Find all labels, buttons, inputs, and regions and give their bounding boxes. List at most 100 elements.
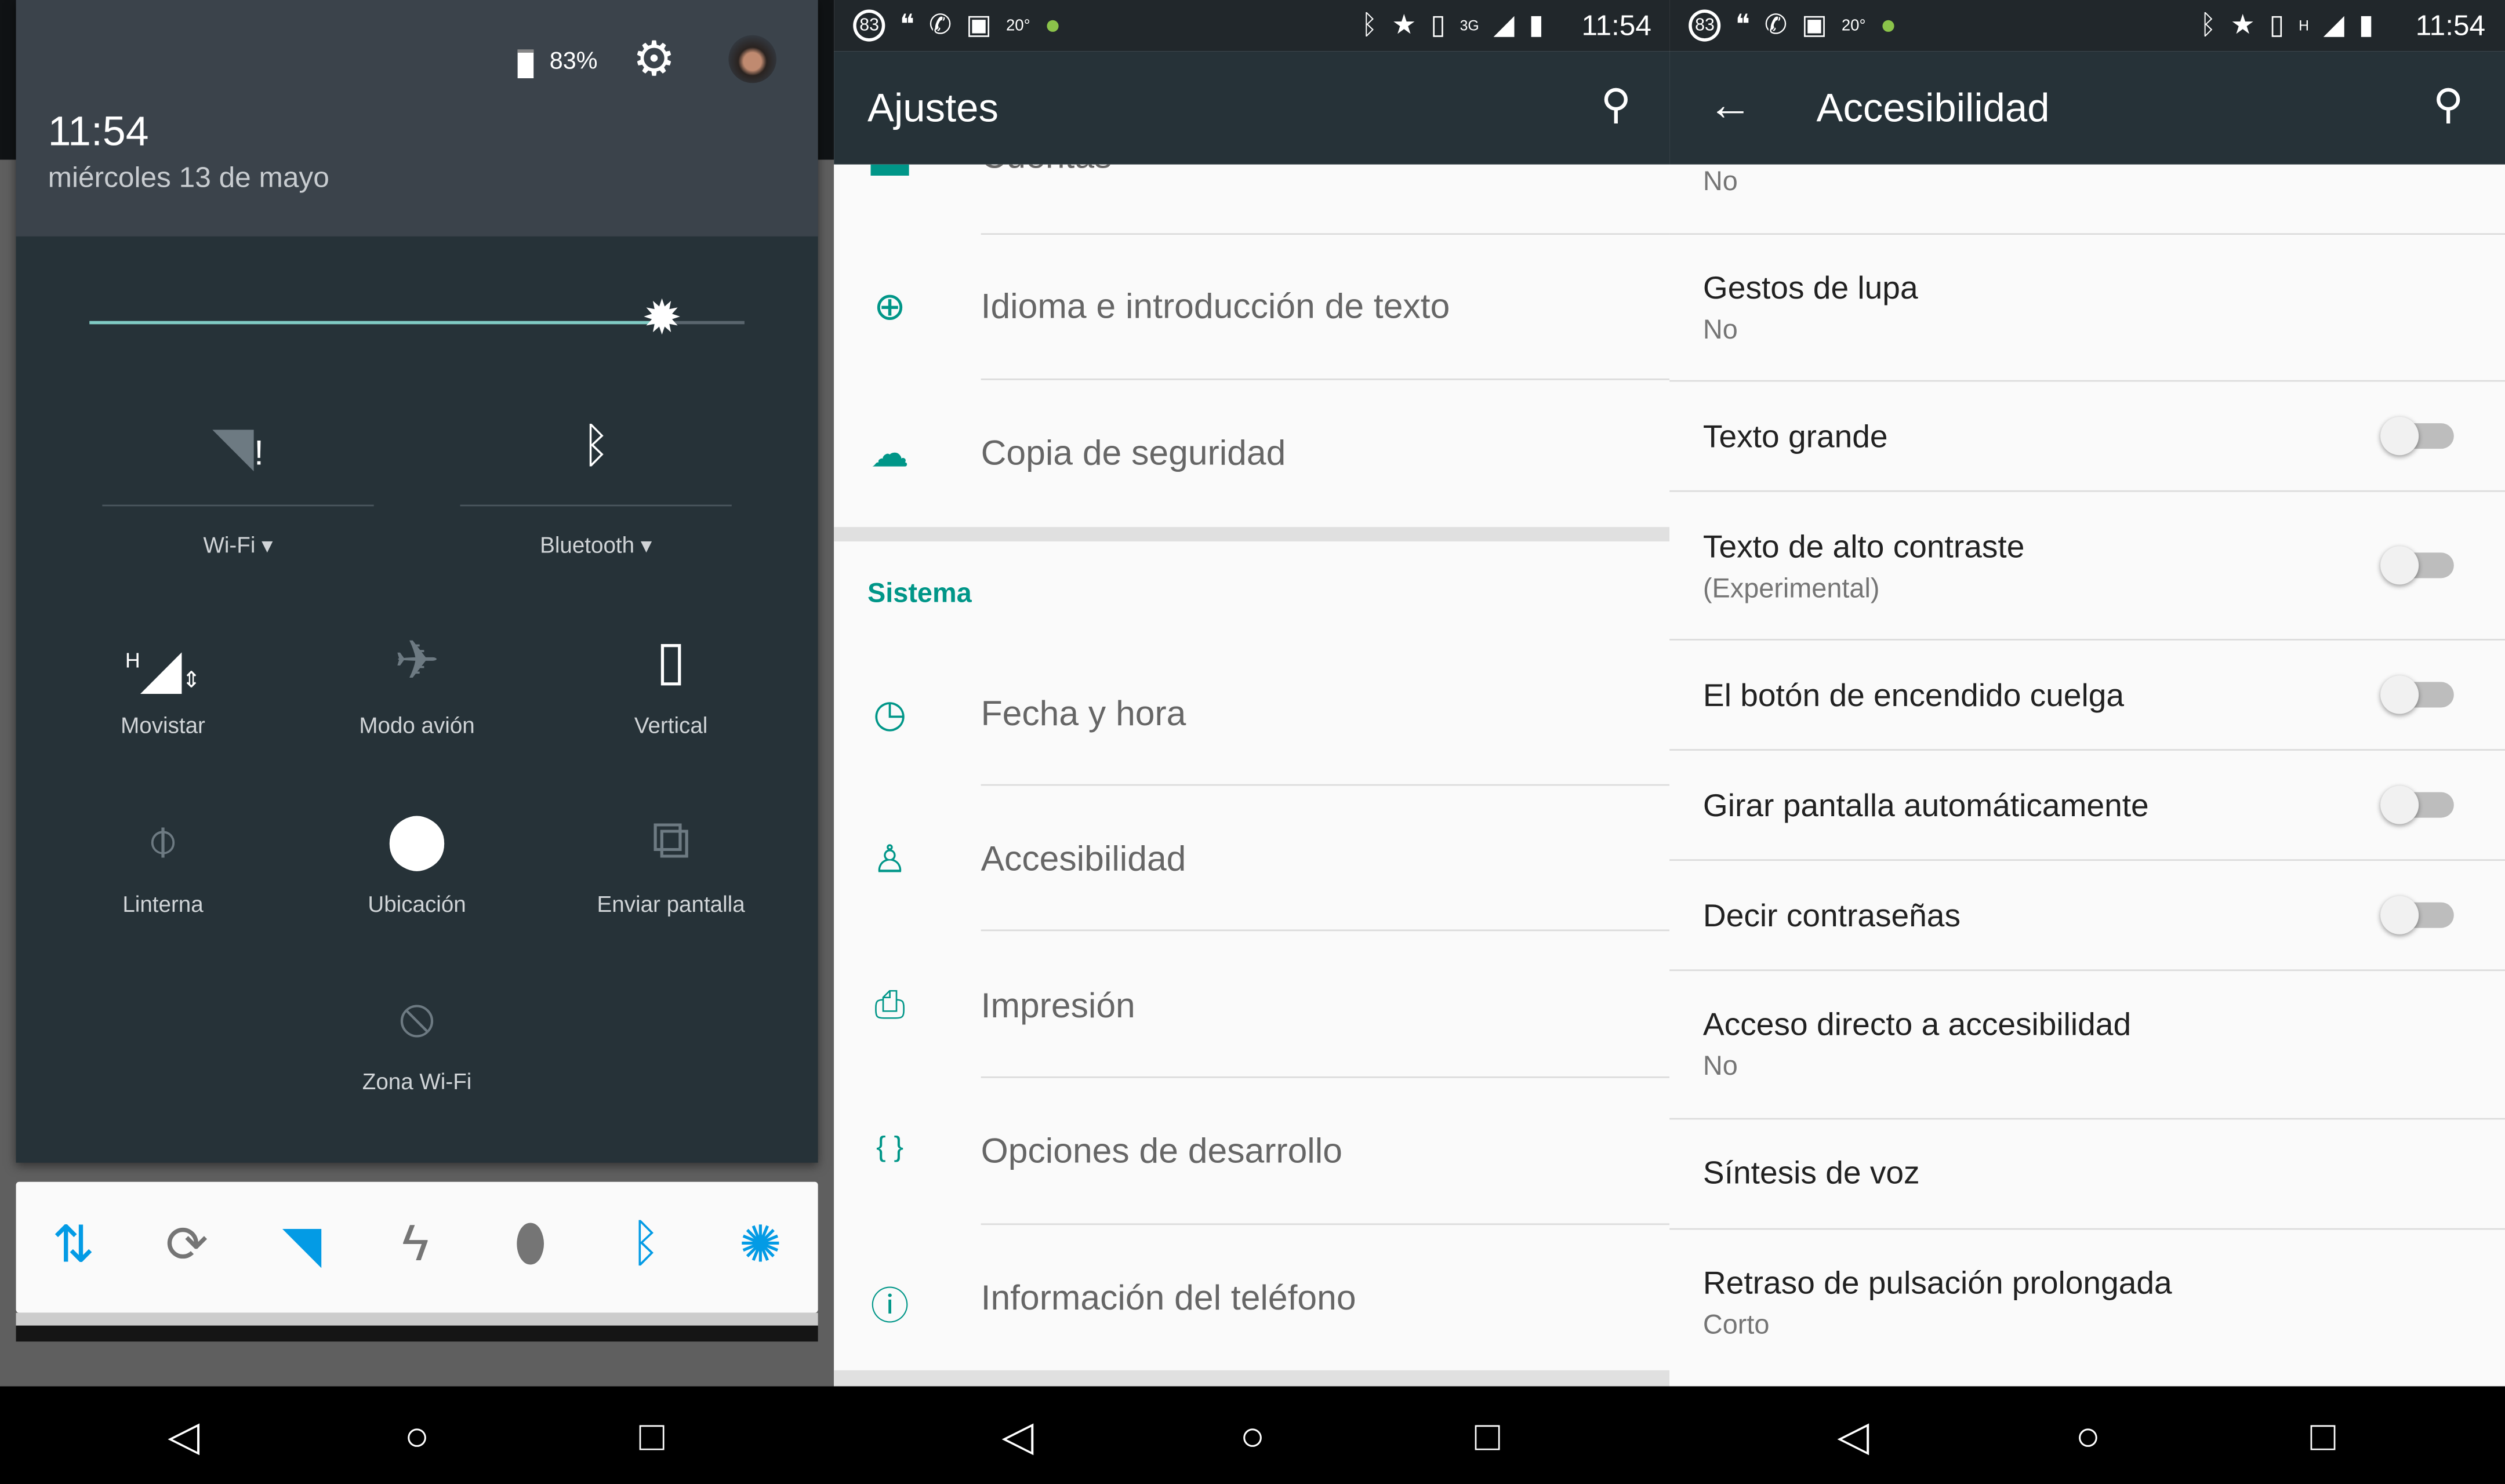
battery-icon: ▮: [2358, 9, 2374, 40]
signal-h-icon: H◢⇕: [125, 639, 201, 700]
recents-icon[interactable]: □: [620, 1412, 684, 1461]
bluetooth-icon: ᛒ: [581, 420, 611, 473]
back-icon[interactable]: ◁: [152, 1412, 216, 1461]
item-title: El botón de encendido cuelga: [1702, 678, 2125, 714]
auto-brightness-icon[interactable]: ✺: [728, 1214, 792, 1275]
gallery-icon: ▣: [965, 9, 992, 40]
hotspot-off-icon: ⦸: [399, 987, 435, 1048]
brightness-slider[interactable]: ✹: [89, 294, 745, 343]
back-icon[interactable]: ◁: [986, 1412, 1050, 1461]
gallery-icon: ▣: [1801, 9, 1828, 40]
tile-label: Zona Wi-Fi: [362, 1068, 472, 1094]
tile-label: Ubicación: [368, 891, 466, 917]
location-icon: ⬤: [386, 809, 448, 871]
tile-wifi[interactable]: ◥! Wi-Fi ▾: [102, 412, 374, 559]
shade-time: 11:54: [48, 107, 149, 155]
shade-header: 83% ⚙ 11:54 miércoles 13 de mayo: [16, 0, 818, 237]
android-icon: ●: [1880, 9, 1897, 40]
wifi-icon[interactable]: ◥: [270, 1214, 334, 1275]
shade-date: miércoles 13 de mayo: [48, 161, 329, 194]
item-title: Girar pantalla automáticamente: [1702, 789, 2149, 824]
avatar[interactable]: [728, 35, 776, 83]
back-arrow-icon[interactable]: ←: [1708, 80, 1752, 131]
navigation-bar: ◁ ○ □ ◁ ○ □ ◁ ○ □: [0, 1386, 2505, 1484]
home-icon[interactable]: ○: [385, 1412, 449, 1461]
tile-flashlight[interactable]: ⌽ Linterna: [35, 805, 291, 917]
tile-hotspot[interactable]: ⦸ Zona Wi-Fi: [289, 982, 545, 1094]
item-label: Fecha y hora: [981, 693, 1186, 733]
bluetooth-icon: ᛒ: [2199, 9, 2216, 40]
tile-location[interactable]: ⬤ Ubicación: [289, 805, 545, 917]
star-icon: ★: [1392, 9, 1417, 40]
star-icon: ★: [2230, 9, 2255, 40]
search-icon[interactable]: ⚲: [2433, 80, 2463, 129]
tile-movistar[interactable]: H◢⇕ Movistar: [35, 626, 291, 738]
location-icon[interactable]: ⬮: [499, 1214, 562, 1275]
page-title: Accesibilidad: [1816, 86, 2050, 131]
brightness-thumb-icon[interactable]: ✹: [642, 294, 682, 344]
toggle-switch[interactable]: [2380, 417, 2454, 456]
toggle-switch[interactable]: [2380, 546, 2454, 585]
tile-vertical[interactable]: ▯ Vertical: [543, 626, 799, 738]
notification-count-icon: 83: [1689, 9, 1721, 42]
flashlight-off-icon: ⌽: [146, 809, 180, 871]
toggle-switch[interactable]: [2380, 896, 2454, 934]
item-title: Acceso directo a accesibilidad: [1702, 1007, 2132, 1043]
vibrate-icon: ▯: [2269, 9, 2285, 40]
item-label: Información del teléfono: [981, 1278, 1356, 1318]
accessibility-icon: ♙: [872, 838, 907, 882]
battery-icon: [517, 49, 534, 78]
home-icon[interactable]: ○: [1221, 1412, 1284, 1461]
recents-icon[interactable]: □: [2291, 1412, 2355, 1461]
notification-count-icon: 83: [853, 9, 886, 42]
item-label: Copia de seguridad: [981, 432, 1286, 473]
page-title: Ajustes: [867, 86, 999, 131]
item-label: Accesibilidad: [981, 838, 1186, 879]
back-icon[interactable]: ◁: [1821, 1412, 1885, 1461]
home-icon[interactable]: ○: [2056, 1412, 2120, 1461]
bluetooth-icon: ᛒ: [1361, 9, 1378, 40]
cast-icon: ⧉: [651, 809, 691, 871]
cloud-upload-icon: ☁: [870, 432, 909, 477]
chevron-down-icon[interactable]: ▾: [641, 532, 652, 557]
hangouts-icon: ❝: [899, 9, 915, 40]
toggle-switch[interactable]: [2380, 785, 2454, 824]
item-title: Texto grande: [1702, 420, 1888, 456]
battery-icon: ▮: [1529, 9, 1544, 40]
power-widget: ⇅ ⟳ ◥ ϟ ⬮ ᛒ ✺: [16, 1181, 818, 1313]
whatsapp-icon: ✆: [928, 9, 952, 40]
tile-cast[interactable]: ⧉ Enviar pantalla: [543, 805, 799, 917]
flash-icon[interactable]: ϟ: [383, 1214, 447, 1273]
quick-settings-panel: 83% ⚙ 11:54 miércoles 13 de mayo ✹ ◥! Wi…: [16, 0, 818, 1163]
info-icon: ⓘ: [870, 1285, 909, 1329]
chevron-down-icon[interactable]: ▾: [262, 532, 273, 557]
item-title: Texto de alto contraste: [1702, 530, 2025, 566]
status-bar: 83 ❝ ✆ ▣ 20° ● ᛒ ★ ▯ H ◢ ▮ 11:54: [1669, 0, 2505, 52]
data-icon[interactable]: ⇅: [42, 1214, 106, 1275]
search-icon[interactable]: ⚲: [1601, 80, 1631, 129]
list-item[interactable]: Cuentas: [981, 165, 1112, 177]
status-time: 11:54: [1581, 9, 1651, 42]
network-type: H: [2299, 17, 2309, 34]
bluetooth-icon[interactable]: ᛒ: [613, 1214, 677, 1273]
recents-icon[interactable]: □: [1455, 1412, 1519, 1461]
signal-icon: ◢: [2323, 9, 2344, 40]
braces-icon: { }: [876, 1130, 904, 1163]
whatsapp-icon: ✆: [1764, 9, 1788, 40]
signal-icon: ◢: [1493, 9, 1515, 40]
toggle-switch[interactable]: [2380, 675, 2454, 714]
airplane-icon: ✈: [394, 631, 440, 692]
vibrate-icon: ▯: [1431, 9, 1446, 40]
sync-icon[interactable]: ⟳: [155, 1214, 219, 1275]
item-title: Gestos de lupa: [1702, 271, 1918, 307]
clock-icon: ◷: [873, 693, 907, 737]
section-header: Sistema: [867, 578, 972, 609]
tile-bluetooth[interactable]: ᛒ Bluetooth ▾: [460, 412, 732, 559]
globe-icon: ⊕: [873, 286, 906, 329]
item-summary: No: [1702, 1050, 1738, 1082]
accessibility-list: No Gestos de lupa No Texto grande Texto d…: [1669, 164, 2505, 1387]
settings-gear-icon[interactable]: ⚙: [633, 32, 676, 88]
settings-list: ▬ Cuentas ⊕ Idioma e introducción de text…: [834, 164, 1670, 1387]
tile-airplane[interactable]: ✈ Modo avión: [289, 626, 545, 738]
item-title: Decir contraseñas: [1702, 899, 1961, 934]
